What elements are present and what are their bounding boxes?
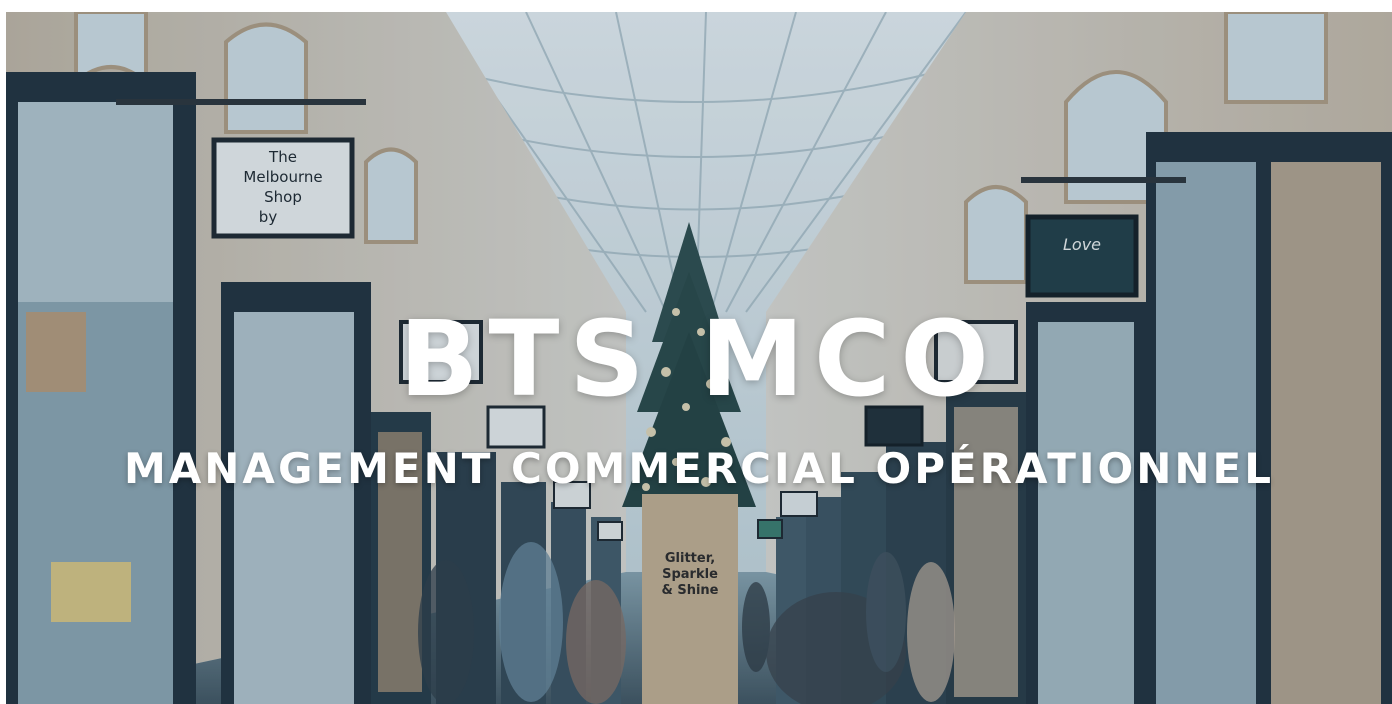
- page-title: BTS MCO: [399, 298, 999, 420]
- sign-left-line2: Melbourne: [243, 168, 322, 186]
- pillar-line1: Glitter,: [665, 551, 715, 566]
- page-subtitle: MANAGEMENT COMMERCIAL OPÉRATIONNEL: [123, 444, 1274, 493]
- pillar-line3: & Shine: [661, 583, 718, 598]
- sign-left-line1: The: [268, 148, 297, 166]
- pillar-line2: Sparkle: [662, 567, 718, 582]
- sign-right-text: Love: [1063, 235, 1101, 254]
- hero-banner: The Melbourne Shop by Love Glitter, Spar…: [6, 12, 1392, 704]
- sign-left-line4: by: [259, 208, 278, 226]
- sign-left-line3: Shop: [264, 188, 302, 206]
